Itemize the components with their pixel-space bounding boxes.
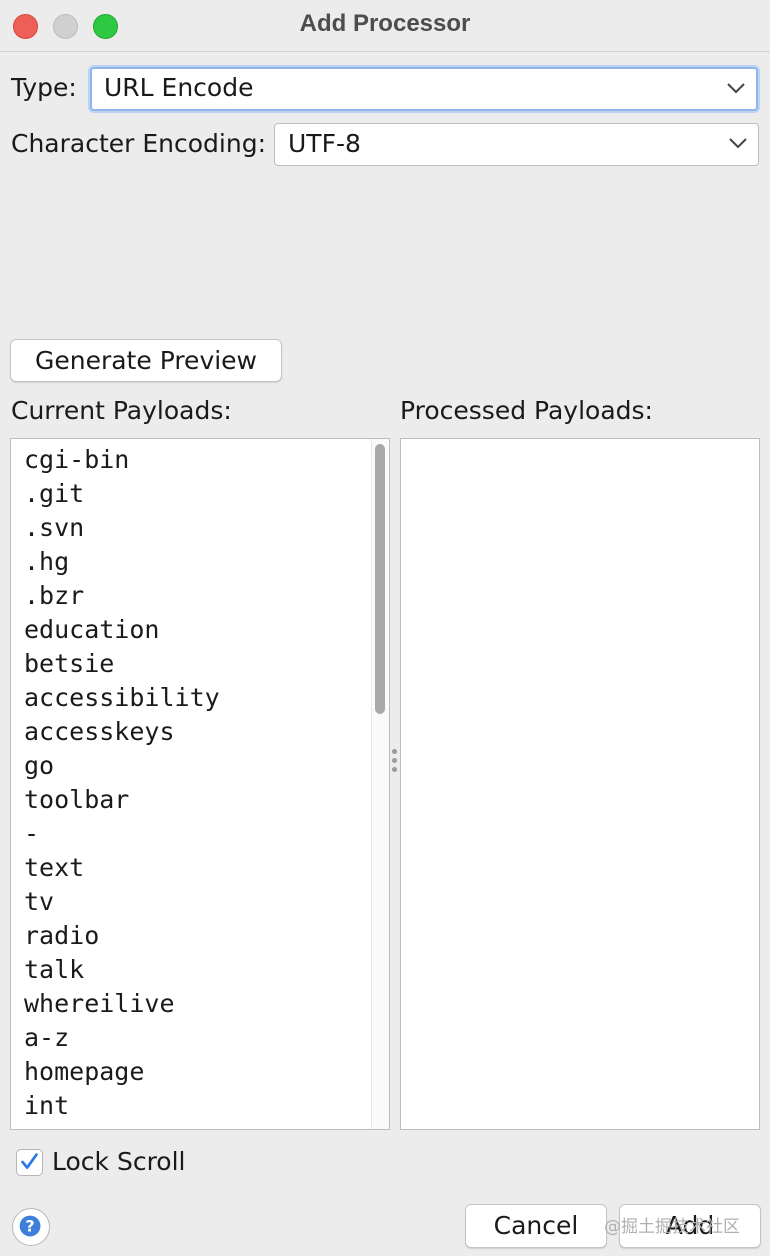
generate-preview-button[interactable]: Generate Preview [10, 339, 282, 382]
list-item[interactable]: accessibility [24, 681, 389, 715]
cancel-button[interactable]: Cancel [465, 1204, 607, 1248]
list-item[interactable]: whereilive [24, 987, 389, 1021]
scrollbar[interactable] [371, 439, 389, 1129]
list-item[interactable]: toolbar [24, 783, 389, 817]
lock-scroll-checkbox[interactable] [16, 1149, 43, 1176]
encoding-value: UTF-8 [288, 129, 361, 158]
scrollbar-thumb[interactable] [375, 444, 385, 714]
processed-payloads-list[interactable] [400, 438, 760, 1130]
checkmark-icon [21, 1153, 38, 1169]
list-item[interactable]: education [24, 613, 389, 647]
current-payloads-label: Current Payloads: [11, 396, 232, 425]
list-item[interactable]: int [24, 1089, 389, 1123]
encoding-label: Character Encoding: [11, 129, 267, 158]
chevron-down-icon [727, 83, 745, 94]
list-item[interactable]: a-z [24, 1021, 389, 1055]
title-bar: Add Processor [0, 0, 770, 52]
list-item[interactable]: go [24, 749, 389, 783]
help-icon: ? [19, 1215, 41, 1237]
list-item[interactable]: tv [24, 885, 389, 919]
watermark: @掘土掘技术社区 [604, 1217, 740, 1237]
list-item[interactable]: - [24, 817, 389, 851]
list-item[interactable]: .git [24, 477, 389, 511]
list-item[interactable]: homepage [24, 1055, 389, 1089]
list-item[interactable]: betsie [24, 647, 389, 681]
current-payloads-list[interactable]: cgi-bin .git .svn .hg .bzr education betsie acc… [10, 438, 390, 1130]
list-item[interactable]: cgi-bin [24, 443, 389, 477]
list-item[interactable]: talk [24, 953, 389, 987]
lock-scroll-label: Lock Scroll [52, 1147, 186, 1176]
window-title: Add Processor [299, 10, 471, 37]
list-item[interactable]: radio [24, 919, 389, 953]
list-item[interactable]: .svn [24, 511, 389, 545]
type-value: URL Encode [104, 73, 254, 102]
list-item[interactable]: text [24, 851, 389, 885]
payload-list: cgi-bin .git .svn .hg .bzr education betsie acc… [11, 439, 389, 1123]
list-item[interactable]: .bzr [24, 579, 389, 613]
encoding-dropdown[interactable]: UTF-8 [274, 123, 759, 166]
processed-payloads-label: Processed Payloads: [400, 396, 653, 425]
chevron-down-icon [729, 138, 747, 149]
type-label: Type: [11, 73, 77, 102]
type-dropdown[interactable]: URL Encode [90, 67, 758, 111]
help-button[interactable]: ? [12, 1208, 50, 1246]
split-handle[interactable] [392, 749, 398, 779]
list-item[interactable]: .hg [24, 545, 389, 579]
svg-text:?: ? [25, 1217, 34, 1236]
list-item[interactable]: accesskeys [24, 715, 389, 749]
payload-list [401, 439, 759, 443]
